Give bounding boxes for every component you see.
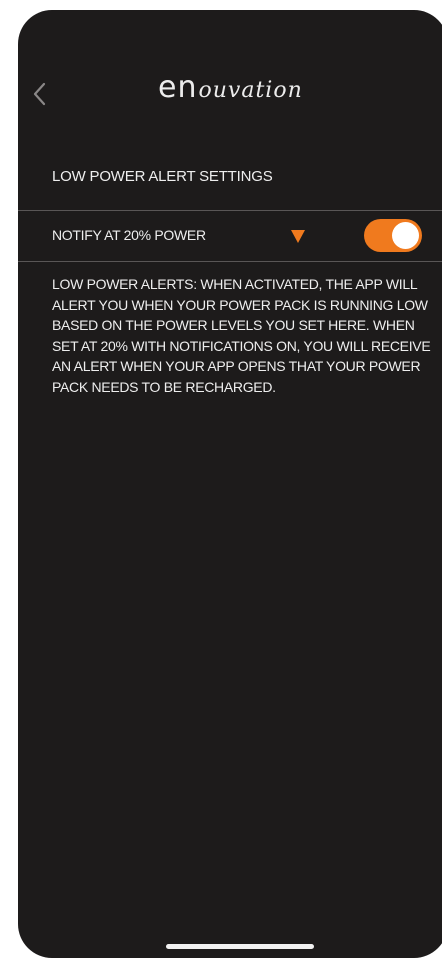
header: en ouvation (18, 10, 442, 150)
brand-logo-prefix: en (158, 70, 198, 105)
chevron-left-icon (33, 82, 46, 106)
power-level-dropdown[interactable] (286, 224, 310, 248)
section-title: LOW POWER ALERT SETTINGS (52, 168, 273, 185)
alert-description: LOW POWER ALERTS: WHEN ACTIVATED, THE AP… (52, 276, 431, 395)
toggle-knob (392, 222, 419, 249)
home-indicator (166, 944, 314, 949)
triangle-down-icon (291, 230, 305, 243)
app-screen: en ouvation LOW POWER ALERT SETTINGS NOTI… (18, 10, 442, 958)
notify-toggle[interactable] (364, 219, 422, 252)
notify-setting-row: NOTIFY AT 20% POWER (18, 210, 442, 262)
brand-logo-suffix: ouvation (198, 78, 303, 103)
notify-setting-label: NOTIFY AT 20% POWER (52, 227, 206, 243)
back-button[interactable] (26, 76, 52, 112)
brand-logo: en ouvation (158, 70, 303, 114)
